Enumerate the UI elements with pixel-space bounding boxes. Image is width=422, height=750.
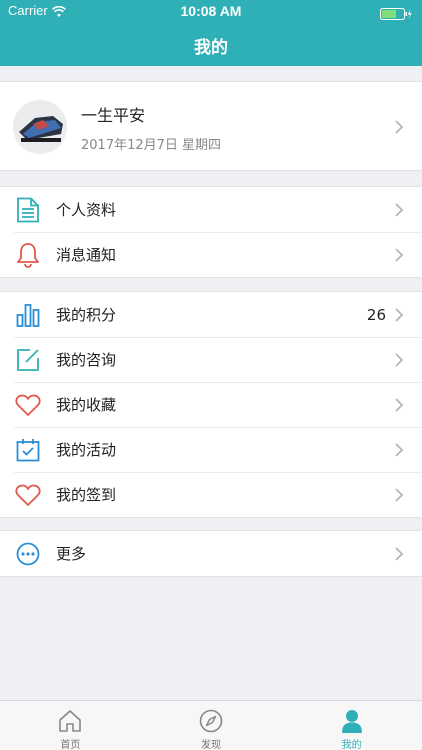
menu-item-points[interactable]: 我的积分 26 (0, 292, 422, 337)
document-icon (14, 196, 42, 224)
chevron-right-icon (388, 394, 410, 416)
chevron-right-icon (388, 304, 410, 326)
chevron-right-icon (388, 199, 410, 221)
bell-icon (14, 241, 42, 269)
menu-item-label: 我的咨询 (56, 351, 117, 369)
chevron-right-icon (388, 439, 410, 461)
menu-item-checkin[interactable]: 我的签到 (0, 472, 422, 517)
menu-item-label: 我的收藏 (56, 396, 117, 414)
chevron-right-icon (388, 116, 410, 138)
profile-card[interactable]: 一生平安 2017年12月7日 星期四 (0, 81, 422, 171)
bar-chart-icon (14, 301, 42, 329)
page-title: 我的 (194, 38, 228, 58)
tab-label: 发现 (201, 740, 221, 750)
more-icon (14, 540, 42, 568)
compass-icon (198, 708, 224, 734)
chevron-right-icon (388, 349, 410, 371)
menu-item-profile-info[interactable]: 个人资料 (0, 187, 422, 232)
heart-icon (14, 481, 42, 509)
menu-section-more: 更多 (0, 530, 422, 577)
tab-bar: 首页 发现 我的 (0, 700, 422, 750)
calendar-check-icon (14, 436, 42, 464)
menu-section-activity: 我的积分 26 我的咨询 我的收藏 我的活动 我的签到 (0, 291, 422, 518)
profile-name: 一生平安 (81, 106, 146, 125)
home-icon (57, 708, 83, 734)
edit-icon (14, 346, 42, 374)
chevron-right-icon (388, 244, 410, 266)
menu-item-label: 更多 (56, 545, 87, 563)
menu-item-consultation[interactable]: 我的咨询 (0, 337, 422, 382)
menu-item-label: 消息通知 (56, 246, 117, 264)
menu-item-label: 个人资料 (56, 201, 117, 219)
status-time: 10:08 AM (180, 3, 242, 19)
tab-mine[interactable]: 我的 (281, 701, 422, 750)
menu-item-label: 我的签到 (56, 486, 117, 504)
tab-discover[interactable]: 发现 (141, 701, 282, 750)
battery-icon (380, 5, 412, 20)
tab-label: 我的 (341, 740, 362, 750)
nav-header: Carrier 10:08 AM 我的 (0, 0, 422, 66)
menu-item-favorites[interactable]: 我的收藏 (0, 382, 422, 427)
chevron-right-icon (388, 484, 410, 506)
points-value: 26 (366, 305, 386, 324)
status-bar: Carrier 10:08 AM (0, 0, 422, 22)
tab-label: 首页 (60, 740, 81, 750)
menu-section-profile: 个人资料 消息通知 (0, 186, 422, 278)
menu-item-label: 我的积分 (56, 306, 117, 324)
menu-item-label: 我的活动 (56, 441, 117, 459)
menu-item-events[interactable]: 我的活动 (0, 427, 422, 472)
person-icon (339, 708, 365, 734)
tab-home[interactable]: 首页 (0, 701, 141, 750)
menu-item-notifications[interactable]: 消息通知 (0, 232, 422, 277)
menu-item-more[interactable]: 更多 (0, 531, 422, 576)
chevron-right-icon (388, 543, 410, 565)
heart-icon (14, 391, 42, 419)
profile-date: 2017年12月7日 星期四 (81, 138, 222, 153)
avatar (13, 100, 67, 154)
